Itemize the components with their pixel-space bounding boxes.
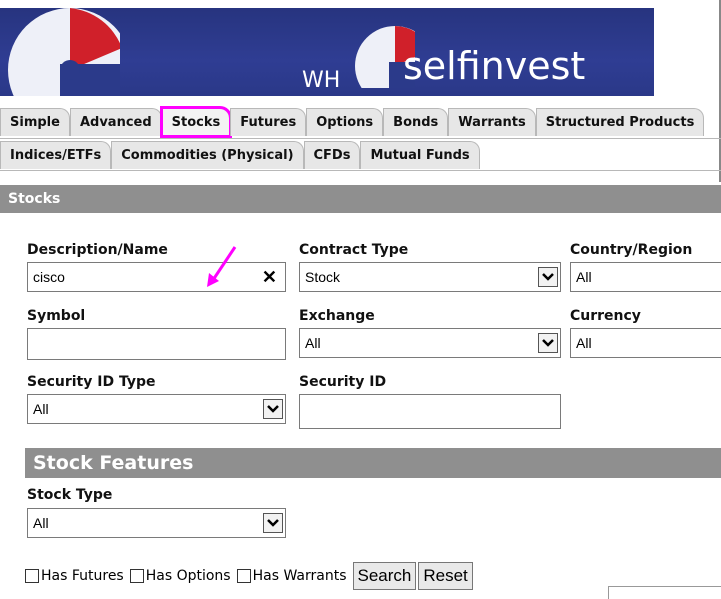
- tab-futures[interactable]: Futures: [230, 108, 307, 136]
- security-id-type-select[interactable]: All: [27, 394, 286, 424]
- contract-type-value: Stock: [305, 269, 341, 285]
- chevron-down-icon[interactable]: [538, 267, 558, 287]
- tab-commodities[interactable]: Commodities (Physical): [111, 141, 304, 169]
- tab-divider: [0, 138, 721, 139]
- has-warrants-checkbox[interactable]: [236, 569, 251, 583]
- tab-simple[interactable]: Simple: [0, 108, 70, 136]
- tab-options[interactable]: Options: [306, 108, 384, 136]
- feature-checkboxes: Has Futures Has Options Has Warrants Sea…: [25, 562, 475, 590]
- tab-cfds[interactable]: CFDs: [303, 141, 361, 169]
- chevron-down-icon[interactable]: [263, 513, 283, 533]
- stock-type-value: All: [33, 515, 49, 531]
- currency-value: All: [576, 335, 592, 351]
- header-banner: WH selfinvest: [0, 8, 654, 96]
- has-options-checkbox[interactable]: [129, 569, 144, 583]
- exchange-label: Exchange: [299, 308, 375, 324]
- chevron-down-icon[interactable]: [263, 399, 283, 419]
- country-value: All: [576, 269, 592, 285]
- country-select[interactable]: All: [570, 262, 721, 292]
- has-warrants-label: Has Warrants: [252, 568, 347, 584]
- description-input[interactable]: cisco ✕: [27, 262, 286, 292]
- has-futures-checkbox[interactable]: [25, 569, 39, 583]
- security-id-type-label: Security ID Type: [27, 374, 156, 390]
- tab-mutual-funds[interactable]: Mutual Funds: [360, 141, 480, 169]
- country-label: Country/Region: [570, 242, 693, 258]
- tab-stocks[interactable]: Stocks: [159, 106, 233, 138]
- description-label: Description/Name: [27, 242, 168, 258]
- symbol-input[interactable]: [27, 328, 286, 360]
- contract-type-label: Contract Type: [299, 242, 409, 258]
- security-id-label: Security ID: [299, 374, 387, 390]
- annotation-arrow-icon: [207, 246, 237, 287]
- tab-divider-2: [0, 170, 721, 171]
- description-value: cisco: [33, 269, 65, 285]
- exchange-select[interactable]: All: [299, 328, 561, 358]
- section-title-bar: Stocks: [0, 185, 721, 213]
- stock-type-select[interactable]: All: [27, 508, 286, 538]
- reset-button[interactable]: Reset: [418, 562, 473, 590]
- tab-row-1: Simple Advanced Stocks Futures Options B…: [0, 106, 705, 138]
- search-button[interactable]: Search: [352, 562, 417, 590]
- has-futures-label: Has Futures: [41, 568, 124, 584]
- tab-advanced[interactable]: Advanced: [69, 108, 162, 136]
- stock-type-label: Stock Type: [27, 487, 113, 503]
- clear-icon[interactable]: ✕: [262, 263, 277, 291]
- bottom-panel-edge: [608, 586, 721, 599]
- tab-row-2: Indices/ETFs Commodities (Physical) CFDs…: [0, 141, 480, 171]
- currency-label: Currency: [570, 308, 641, 324]
- stock-features-bar: Stock Features: [25, 448, 721, 478]
- brand-logo-graphic: [8, 8, 120, 96]
- security-id-type-value: All: [33, 401, 49, 417]
- tab-bonds[interactable]: Bonds: [383, 108, 449, 136]
- tab-warrants[interactable]: Warrants: [448, 108, 536, 136]
- security-id-input[interactable]: [299, 394, 561, 429]
- tab-indices-etfs[interactable]: Indices/ETFs: [0, 141, 112, 169]
- brand-name-text: selfinvest: [403, 44, 586, 88]
- currency-select[interactable]: All: [570, 328, 721, 358]
- exchange-value: All: [305, 335, 321, 351]
- tab-structured-products[interactable]: Structured Products: [535, 108, 705, 136]
- brand-wh-text: WH: [302, 68, 341, 93]
- has-options-label: Has Options: [145, 568, 231, 584]
- symbol-label: Symbol: [27, 308, 86, 324]
- chevron-down-icon[interactable]: [538, 333, 558, 353]
- contract-type-select[interactable]: Stock: [299, 262, 561, 292]
